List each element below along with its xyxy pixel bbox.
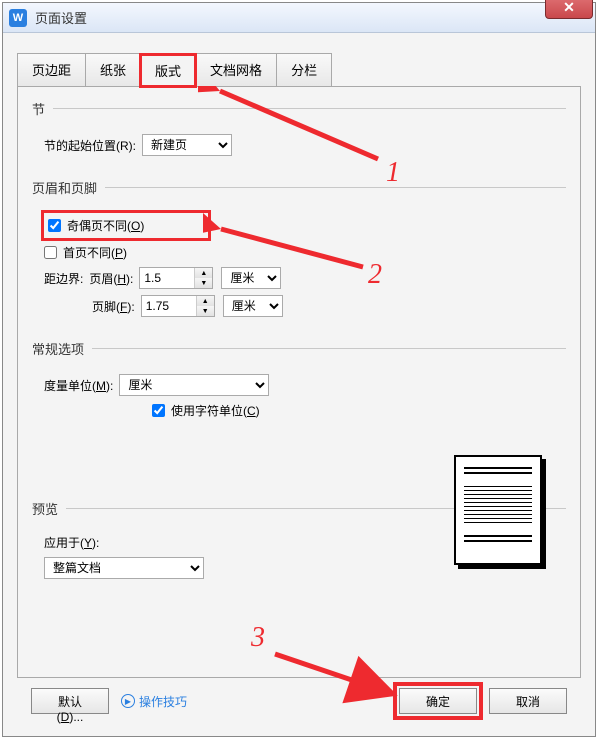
window-title: 页面设置	[35, 8, 87, 27]
first-page-label: 首页不同(P)	[63, 244, 127, 261]
layout-panel: 节 节的起始位置(R): 新建页 页眉和页脚 奇偶页不同(O) 首页不同(P)	[17, 86, 581, 678]
char-unit-checkbox[interactable]	[152, 404, 165, 417]
footer-input[interactable]	[142, 296, 196, 316]
odd-even-checkbox[interactable]	[48, 219, 61, 232]
header-label: 页眉(H):	[89, 270, 133, 287]
spinner-down-icon[interactable]: ▼	[197, 306, 214, 316]
section-group: 节 节的起始位置(R): 新建页	[32, 99, 566, 162]
tab-grid[interactable]: 文档网格	[195, 53, 277, 86]
header-input[interactable]	[140, 268, 194, 288]
apply-label: 应用于(Y):	[44, 534, 99, 551]
boundary-label: 距边界:	[44, 270, 83, 287]
tab-margin[interactable]: 页边距	[17, 53, 86, 86]
general-group: 常规选项 度量单位(M): 厘米 使用字符单位(C)	[32, 339, 566, 425]
default-button[interactable]: 默认(D)...	[31, 688, 109, 714]
ok-button[interactable]: 确定	[399, 688, 477, 714]
section-start-select[interactable]: 新建页	[142, 134, 232, 156]
apply-select[interactable]: 整篇文档	[44, 557, 204, 579]
odd-even-row: 奇偶页不同(O)	[44, 213, 208, 238]
preview-group: 预览 应用于(Y): 整篇文档	[32, 499, 566, 649]
spinner-up-icon[interactable]: ▲	[197, 296, 214, 306]
tips-icon: ▶	[121, 694, 135, 708]
first-page-checkbox[interactable]	[44, 246, 57, 259]
section-start-label: 节的起始位置(R):	[44, 137, 136, 154]
app-icon: W	[9, 9, 27, 27]
header-footer-legend: 页眉和页脚	[32, 178, 105, 197]
tips-link[interactable]: ▶ 操作技巧	[121, 693, 187, 710]
tab-paper[interactable]: 纸张	[85, 53, 141, 86]
tab-layout[interactable]: 版式	[140, 54, 196, 87]
spinner-down-icon[interactable]: ▼	[195, 278, 212, 288]
header-unit-select[interactable]: 厘米	[221, 267, 281, 289]
char-unit-label: 使用字符单位(C)	[171, 402, 260, 419]
tab-bar: 页边距 纸张 版式 文档网格 分栏	[17, 53, 581, 86]
titlebar: W 页面设置 ✕	[3, 3, 595, 33]
tips-label: 操作技巧	[139, 693, 187, 710]
preview-legend: 预览	[32, 499, 66, 518]
cancel-button[interactable]: 取消	[489, 688, 567, 714]
footer-label: 页脚(F):	[92, 298, 135, 315]
close-button[interactable]: ✕	[545, 0, 593, 19]
odd-even-label: 奇偶页不同(O)	[67, 217, 144, 234]
button-bar: 默认(D)... ▶ 操作技巧 确定 取消 3	[17, 678, 581, 724]
spinner-up-icon[interactable]: ▲	[195, 268, 212, 278]
section-legend: 节	[32, 99, 53, 118]
close-icon: ✕	[563, 0, 575, 16]
header-footer-group: 页眉和页脚 奇偶页不同(O) 首页不同(P) 距边界: 页眉(H): ▲	[32, 178, 566, 323]
preview-thumbnail	[454, 455, 542, 565]
footer-spinner[interactable]: ▲ ▼	[141, 295, 215, 317]
footer-unit-select[interactable]: 厘米	[223, 295, 283, 317]
dialog-window: W 页面设置 ✕ 页边距 纸张 版式 文档网格 分栏 节 节的起始位置(R): …	[2, 2, 596, 737]
dialog-content: 页边距 纸张 版式 文档网格 分栏 节 节的起始位置(R): 新建页 页眉和页脚	[3, 33, 595, 736]
general-legend: 常规选项	[32, 339, 92, 358]
tab-columns[interactable]: 分栏	[276, 53, 332, 86]
measure-label: 度量单位(M):	[44, 377, 113, 394]
measure-select[interactable]: 厘米	[119, 374, 269, 396]
header-spinner[interactable]: ▲ ▼	[139, 267, 213, 289]
